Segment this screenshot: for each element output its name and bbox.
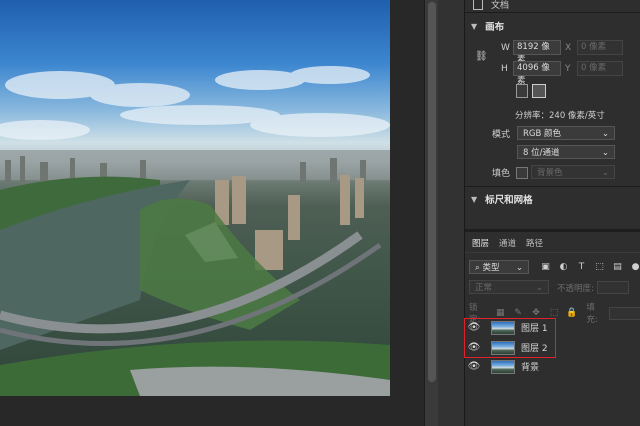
width-field[interactable]: 8192 像素 <box>513 40 561 65</box>
tab-channels[interactable]: 通道 <box>494 237 521 249</box>
panorama-image[interactable] <box>0 0 390 396</box>
eye-visibility-icon[interactable]: 👁 <box>465 361 483 372</box>
fill-row: 填色 <box>492 166 532 179</box>
tab-layers[interactable]: 图层 <box>467 237 494 249</box>
fill-color-swatch[interactable] <box>516 166 528 179</box>
layer-thumbnail <box>491 359 515 374</box>
chevron-down-icon: ▼ <box>471 194 478 204</box>
layers-tabs: 图层 通道 路径 <box>467 236 548 250</box>
lock-move-icon[interactable]: ✥ <box>531 308 542 319</box>
layer-row-background[interactable]: 👁 背景 <box>465 357 640 376</box>
mode-label: 模式 <box>492 130 511 140</box>
y-row: Y 0 像素 <box>565 61 623 76</box>
link-chain-icon: ⛓ <box>475 51 488 62</box>
lock-transparent-icon[interactable]: ▦ <box>495 308 506 319</box>
chevron-down-icon: ⌄ <box>515 263 523 273</box>
scrollbar-thumb[interactable] <box>428 2 436 382</box>
y-label: Y <box>565 63 571 74</box>
fill-value: 背景色 <box>537 168 563 178</box>
blend-mode-select[interactable]: 正常 ⌄ <box>469 280 549 294</box>
height-row: H 4096 像素 <box>501 61 561 86</box>
chevron-down-icon: ⌄ <box>601 148 609 158</box>
document-label: 文档 <box>491 0 510 11</box>
adjustment-layer-filter-icon[interactable]: ◐ <box>558 261 569 272</box>
opacity-row: 不透明度: <box>557 281 629 294</box>
bit-depth-select[interactable]: 8 位/通道 ⌄ <box>517 145 615 159</box>
color-mode-select[interactable]: RGB 颜色 ⌄ <box>517 126 615 140</box>
shape-layer-filter-icon[interactable]: ⬚ <box>594 261 605 272</box>
chevron-down-icon: ⌄ <box>601 168 609 178</box>
smart-object-filter-icon[interactable]: ▤ <box>612 261 623 272</box>
width-row: W 8192 像素 <box>501 40 561 65</box>
vertical-scrollbar[interactable] <box>424 0 439 426</box>
layer-filter-value: 类型 <box>482 263 500 273</box>
height-label: H <box>501 63 508 74</box>
resolution-text: 分辨率：240 像素/英寸 <box>515 111 605 121</box>
x-field[interactable]: 0 像素 <box>577 40 623 55</box>
properties-panel: 文档 ▼ 画布 W 8192 像素 X 0 像素 ⛓ H 4096 像素 Y 0… <box>464 0 640 426</box>
portrait-orientation-icon[interactable] <box>516 84 528 98</box>
lock-brush-icon[interactable]: ✎ <box>513 308 524 319</box>
canvas-section-header[interactable]: ▼ 画布 <box>471 19 505 34</box>
mode-row: 模式 <box>492 127 518 140</box>
bit-depth-value: 8 位/通道 <box>523 148 560 158</box>
fill-label: 填色 <box>492 169 511 179</box>
chevron-down-icon: ▼ <box>471 21 478 31</box>
panel-separator <box>465 229 640 232</box>
panel-dock-gap <box>438 0 464 426</box>
document-canvas-area[interactable] <box>0 0 424 426</box>
color-mode-value: RGB 颜色 <box>523 129 562 139</box>
y-field[interactable]: 0 像素 <box>577 61 623 76</box>
x-row: X 0 像素 <box>565 40 623 55</box>
lock-all-icon[interactable]: 🔒 <box>566 308 577 319</box>
link-dimensions-button[interactable]: ⛓ <box>475 51 488 62</box>
lock-artboard-icon[interactable]: ⬚ <box>549 308 560 319</box>
width-label: W <box>501 42 510 53</box>
height-field[interactable]: 4096 像素 <box>513 61 561 86</box>
layer-filter-select[interactable]: ⌕ 类型 ⌄ <box>469 260 529 274</box>
orientation-buttons <box>516 84 546 98</box>
opacity-label: 不透明度: <box>557 283 594 294</box>
x-label: X <box>565 42 572 53</box>
layer-name: 背景 <box>521 363 540 373</box>
document-row[interactable]: 文档 <box>473 0 509 11</box>
highlight-annotation-box <box>464 318 556 358</box>
rulers-section-header[interactable]: ▼ 标尺和网格 <box>471 192 533 207</box>
type-layer-filter-icon[interactable]: T <box>576 261 587 272</box>
chevron-down-icon: ⌄ <box>535 283 543 293</box>
landscape-orientation-icon[interactable] <box>532 84 546 98</box>
filter-toggle-icon[interactable]: ● <box>630 261 640 272</box>
blend-mode-value: 正常 <box>475 283 493 293</box>
fill-select[interactable]: 背景色 ⌄ <box>531 165 615 179</box>
panorama-image-art <box>0 66 390 396</box>
divider <box>465 12 640 13</box>
resolution-row: 分辨率：240 像素/英寸 <box>515 109 605 121</box>
pixel-layer-filter-icon[interactable]: ▣ <box>540 261 551 272</box>
layer-filter-icons: ▣ ◐ T ⬚ ▤ ● <box>540 261 640 272</box>
chevron-down-icon: ⌄ <box>601 129 609 139</box>
search-icon: ⌕ <box>475 263 480 273</box>
divider <box>465 186 640 187</box>
rulers-section-title: 标尺和网格 <box>485 195 533 206</box>
canvas-section-title: 画布 <box>485 22 505 33</box>
tab-paths[interactable]: 路径 <box>521 237 548 249</box>
opacity-field[interactable] <box>596 281 629 294</box>
document-icon <box>473 0 483 10</box>
divider <box>465 252 640 253</box>
